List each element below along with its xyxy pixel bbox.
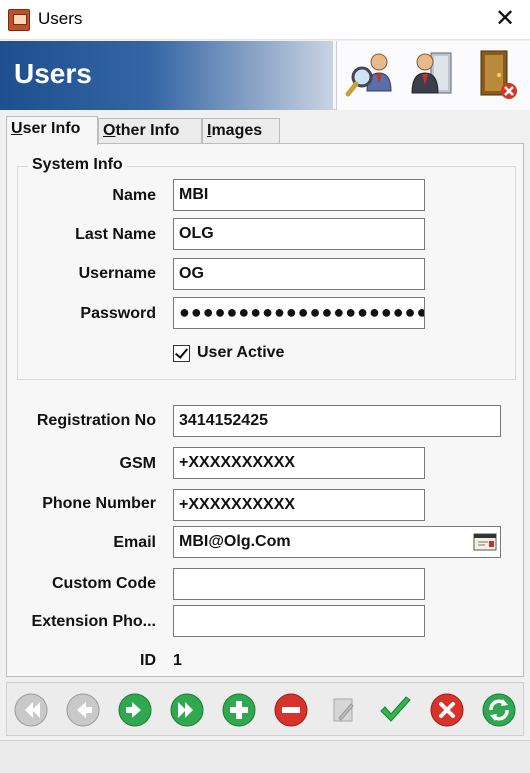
close-window-button[interactable]: ✕: [490, 4, 520, 34]
refresh-icon: [482, 693, 516, 727]
id-value: 1: [173, 652, 182, 669]
window-title: Users: [38, 9, 83, 28]
next-record-button[interactable]: [117, 692, 153, 728]
custom-code-field[interactable]: [173, 568, 425, 600]
email-field[interactable]: MBI@Olg.Com: [173, 526, 501, 558]
tab-user-info-label: ser Info: [22, 120, 81, 137]
contact-card-icon: [473, 533, 497, 551]
password-field[interactable]: ●●●●●●●●●●●●●●●●●●●●●●: [173, 297, 425, 329]
system-info-legend: System Info: [28, 156, 127, 174]
user-permissions-icon: [411, 52, 452, 94]
cancel-button[interactable]: [429, 692, 465, 728]
username-field[interactable]: OG: [173, 258, 425, 290]
first-record-icon: [14, 693, 48, 727]
tab-other-info-label: ther Info: [115, 122, 180, 139]
last-name-field[interactable]: OLG: [173, 218, 425, 250]
gsm-field[interactable]: +XXXXXXXXXX: [173, 447, 425, 479]
window-titlebar: Users ✕: [0, 0, 530, 40]
tab-other-info-accel: O: [103, 122, 116, 139]
edit-record-button[interactable]: [325, 692, 361, 728]
add-record-button[interactable]: [221, 692, 257, 728]
cancel-x-icon: [430, 693, 464, 727]
username-label: Username: [78, 265, 156, 282]
exit-door-icon: [480, 50, 517, 99]
phone-number-label: Phone Number: [42, 495, 156, 512]
user-permissions-button[interactable]: [405, 47, 461, 103]
next-record-icon: [118, 693, 152, 727]
last-record-icon: [170, 693, 204, 727]
prev-record-button[interactable]: [65, 692, 101, 728]
name-label: Name: [112, 187, 156, 204]
registration-no-label: Registration No: [36, 412, 156, 429]
header: Users: [0, 41, 530, 110]
status-bar: [0, 740, 530, 773]
tab-user-info[interactable]: User Info: [6, 116, 98, 145]
search-user-icon: [345, 53, 392, 97]
registration-no-field[interactable]: 3414152425: [173, 405, 501, 437]
prev-record-icon: [66, 693, 100, 727]
extension-phone-field[interactable]: [173, 605, 425, 637]
user-info-panel: System Info Name MBI Last Name OLG Usern…: [6, 143, 524, 677]
tab-images-label: mages: [211, 122, 263, 139]
edit-record-icon: [333, 698, 354, 722]
phone-number-field[interactable]: +XXXXXXXXXX: [173, 489, 425, 521]
save-check-icon: [380, 696, 411, 722]
delete-record-icon: [274, 693, 308, 727]
name-field[interactable]: MBI: [173, 179, 425, 211]
app-icon: [8, 9, 30, 31]
id-label: ID: [140, 652, 156, 669]
add-record-icon: [222, 693, 256, 727]
user-active-label: User Active: [197, 344, 285, 361]
email-card-button[interactable]: [472, 530, 498, 554]
password-label: Password: [80, 305, 156, 322]
custom-code-label: Custom Code: [52, 575, 156, 592]
user-active-checkbox[interactable]: [173, 345, 190, 362]
first-record-button[interactable]: [13, 692, 49, 728]
page-title: Users: [14, 58, 92, 89]
search-user-button[interactable]: [345, 47, 401, 103]
refresh-button[interactable]: [481, 692, 517, 728]
tab-other-info[interactable]: Other Info: [98, 118, 202, 144]
tab-images[interactable]: Images: [202, 118, 280, 144]
gsm-label: GSM: [119, 455, 156, 472]
extension-phone-label: Extension Pho...: [31, 613, 156, 630]
last-record-button[interactable]: [169, 692, 205, 728]
exit-button[interactable]: [467, 47, 523, 103]
header-toolbar: [336, 41, 530, 110]
last-name-label: Last Name: [75, 226, 156, 243]
delete-record-button[interactable]: [273, 692, 309, 728]
record-navigator: [6, 682, 524, 736]
header-banner: Users: [0, 41, 333, 110]
tab-user-info-accel: U: [11, 120, 23, 137]
save-button[interactable]: [377, 692, 413, 728]
email-label: Email: [113, 534, 156, 551]
email-value: MBI@Olg.Com: [179, 533, 291, 550]
